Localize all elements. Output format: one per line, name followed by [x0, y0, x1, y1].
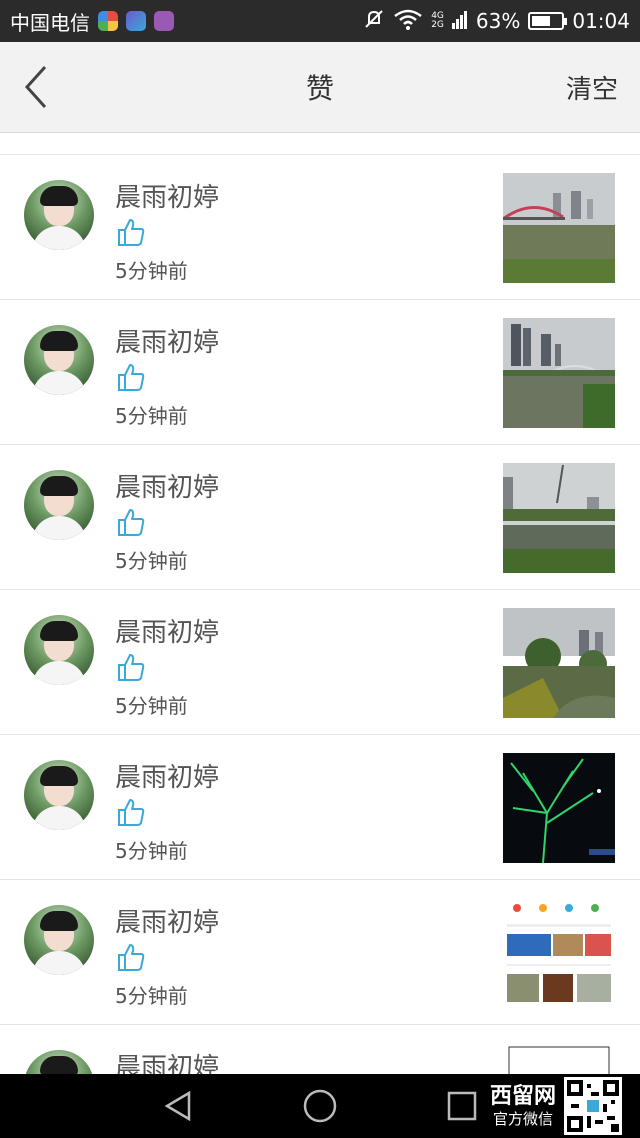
- app-notification-icon: [98, 11, 118, 31]
- avatar[interactable]: [24, 615, 94, 685]
- user-name[interactable]: 晨雨初婷: [115, 612, 219, 649]
- user-name[interactable]: 晨雨初婷: [115, 757, 219, 794]
- gallery-notification-icon: [126, 11, 146, 31]
- like-timestamp: 5分钟前: [115, 694, 188, 718]
- avatar[interactable]: [24, 470, 94, 540]
- like-row[interactable]: 晨雨初婷 5分钟前: [0, 880, 640, 1025]
- like-row[interactable]: 晨雨初婷 5分钟前: [0, 590, 640, 735]
- avatar[interactable]: [24, 180, 94, 250]
- like-timestamp: 5分钟前: [115, 839, 188, 863]
- nav-back-button[interactable]: [160, 1088, 196, 1124]
- nav-recents-button[interactable]: [444, 1088, 480, 1124]
- post-thumbnail[interactable]: [503, 318, 615, 428]
- user-name[interactable]: 晨雨初婷: [115, 177, 219, 214]
- triangle-back-icon: [164, 1090, 191, 1122]
- network-bottom-label: 2G: [431, 20, 444, 30]
- avatar[interactable]: [24, 905, 94, 975]
- user-name[interactable]: 晨雨初婷: [115, 902, 219, 939]
- clock: 01:04: [572, 9, 630, 33]
- thumbs-up-icon: [118, 364, 145, 391]
- like-timestamp: 5分钟前: [115, 549, 188, 573]
- avatar[interactable]: [24, 325, 94, 395]
- like-timestamp: 5分钟前: [115, 404, 188, 428]
- like-timestamp: 5分钟前: [115, 259, 188, 283]
- post-thumbnail[interactable]: [503, 608, 615, 718]
- thumbs-up-icon: [118, 799, 145, 826]
- thumbs-up-icon: [118, 509, 145, 536]
- thumbs-up-icon: [118, 219, 145, 246]
- signal-icon: [451, 9, 468, 34]
- thumbs-up-icon: [118, 944, 145, 971]
- watermark: 西留网 官方微信: [490, 1074, 623, 1138]
- app-header: 赞 清空: [0, 42, 640, 133]
- mute-icon: [363, 8, 385, 35]
- wifi-icon: [393, 8, 423, 35]
- likes-list: 晨雨初婷 5分钟前 晨雨初婷 5分钟前 晨雨初婷 5分钟前 晨雨初婷 5分钟前 晨雨初婷 5分钟前…: [0, 133, 640, 1138]
- thumbs-up-icon: [118, 654, 145, 681]
- nav-home-button[interactable]: [302, 1088, 338, 1124]
- like-row[interactable]: 晨雨初婷 5分钟前: [0, 155, 640, 300]
- status-bar: 中国电信 4G 2G 63% 01:04: [0, 0, 640, 42]
- page-title: 赞: [305, 72, 334, 105]
- avatar[interactable]: [24, 760, 94, 830]
- like-row[interactable]: 晨雨初婷 5分钟前: [0, 300, 640, 445]
- user-name[interactable]: 晨雨初婷: [115, 322, 219, 359]
- watermark-subtitle: 官方微信: [493, 1109, 554, 1128]
- user-name[interactable]: 晨雨初婷: [115, 467, 219, 504]
- square-recents-icon: [447, 1091, 477, 1121]
- clear-button[interactable]: 清空: [566, 69, 618, 106]
- post-thumbnail[interactable]: [503, 173, 615, 283]
- post-thumbnail[interactable]: [503, 753, 615, 863]
- network-type: 4G 2G: [431, 12, 444, 30]
- post-thumbnail[interactable]: [503, 898, 615, 1008]
- battery-percent: 63%: [475, 9, 521, 33]
- list-divider: [0, 133, 640, 155]
- like-row[interactable]: 晨雨初婷 5分钟前: [0, 445, 640, 590]
- carrier-label: 中国电信: [10, 10, 90, 35]
- circle-home-icon: [303, 1089, 337, 1123]
- like-row[interactable]: 晨雨初婷 5分钟前: [0, 735, 640, 880]
- photo-notification-icon: [154, 11, 174, 31]
- like-timestamp: 5分钟前: [115, 984, 188, 1008]
- watermark-brand: 西留网: [490, 1083, 557, 1109]
- qr-code: [564, 1077, 623, 1135]
- screen: 中国电信 4G 2G 63% 01:04 赞 清空 晨雨初婷 5分钟前 晨雨初婷…: [0, 0, 640, 1138]
- battery-icon: [528, 12, 568, 30]
- post-thumbnail[interactable]: [503, 463, 615, 573]
